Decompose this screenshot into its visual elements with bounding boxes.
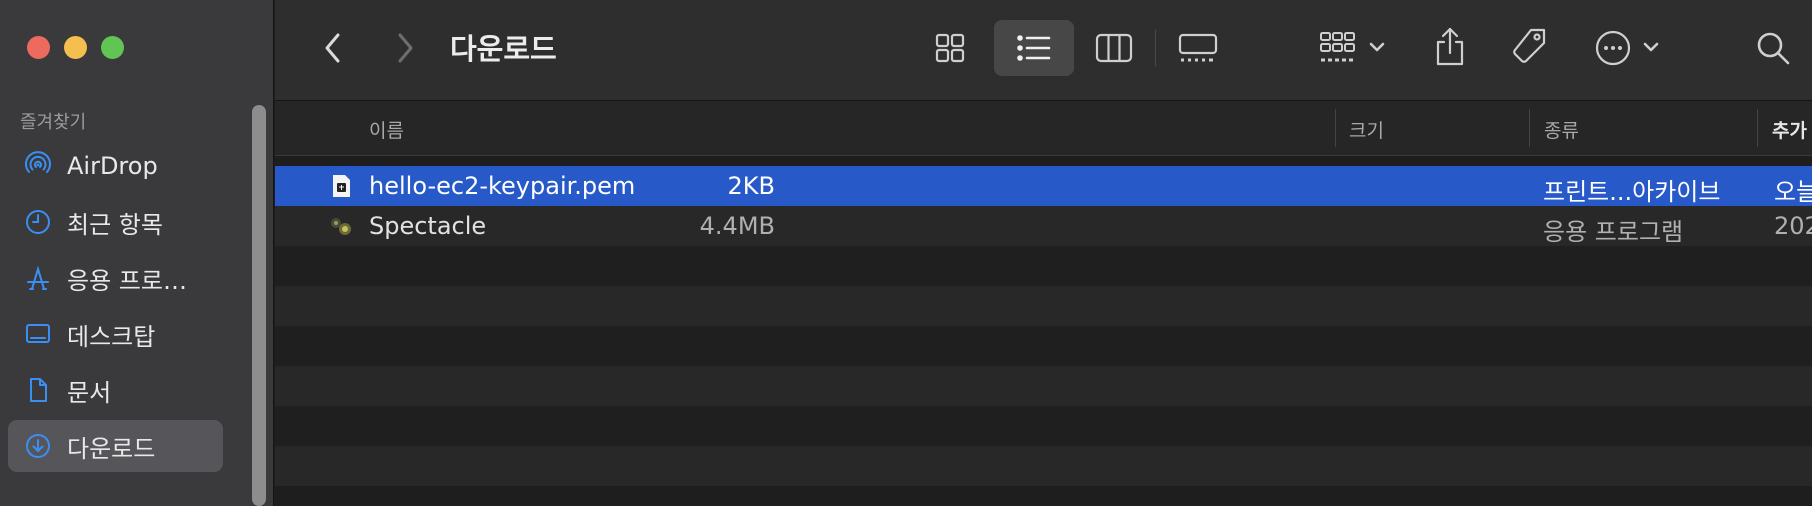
- file-name: Spectacle: [369, 212, 487, 240]
- applications-icon: [23, 263, 53, 293]
- gallery-icon: [1178, 33, 1218, 62]
- ellipsis-circle-icon: [1595, 30, 1659, 66]
- file-row-spectacle[interactable]: Spectacle 4.4MB 응용 프로그램 202: [275, 206, 1812, 246]
- empty-row: [275, 286, 1812, 326]
- column-separator[interactable]: [1335, 109, 1336, 147]
- tags-button[interactable]: [1507, 24, 1551, 70]
- app-icon: [331, 218, 351, 235]
- clock-icon: [23, 207, 53, 237]
- download-icon: [23, 431, 53, 461]
- zoom-window-button[interactable]: [101, 36, 124, 59]
- sidebar-section-favorites: 즐겨찾기: [20, 112, 87, 133]
- back-button[interactable]: [313, 30, 353, 66]
- file-kind: 프린트...아카이브: [1543, 178, 1721, 206]
- file-size: 2KB: [727, 172, 775, 200]
- empty-row: [275, 446, 1812, 486]
- file-kind: 응용 프로그램: [1543, 218, 1684, 246]
- chevron-right-icon: [398, 33, 413, 63]
- sidebar-item-label: 최근 항목: [67, 210, 163, 239]
- sidebar-item-label: 다운로드: [67, 434, 156, 463]
- sidebar-item-label: 데스크탑: [67, 322, 156, 351]
- column-header-name[interactable]: 이름: [369, 116, 404, 143]
- empty-row: [275, 326, 1812, 366]
- file-date-added: 202: [1774, 212, 1812, 240]
- chevron-left-icon: [325, 33, 340, 63]
- sidebar-item-documents[interactable]: 문서: [8, 364, 223, 416]
- close-window-button[interactable]: [27, 36, 50, 59]
- document-icon: [23, 375, 53, 405]
- sidebar: 즐겨찾기 AirDrop 최근 항목 응용 프로… 데스크탑 문서 다운로드: [0, 0, 274, 506]
- sidebar-list: AirDrop 최근 항목 응용 프로… 데스크탑 문서 다운로드: [8, 140, 223, 476]
- icon-view-button[interactable]: [930, 28, 970, 68]
- pem-file-icon: [333, 175, 350, 197]
- search-button[interactable]: [1751, 26, 1795, 70]
- list-view-button[interactable]: [1014, 28, 1054, 68]
- gallery-view-button[interactable]: [1175, 28, 1221, 68]
- group-icon: [1320, 32, 1385, 62]
- sidebar-item-recents[interactable]: 최근 항목: [8, 196, 223, 248]
- sidebar-scrollbar[interactable]: [252, 105, 266, 506]
- share-icon: [1436, 27, 1464, 66]
- file-date-added: 오늘: [1774, 178, 1812, 206]
- column-separator[interactable]: [1757, 109, 1758, 147]
- share-button[interactable]: [1430, 22, 1470, 72]
- columns-icon: [1095, 33, 1133, 63]
- grid-icon: [935, 33, 965, 63]
- minimize-window-button[interactable]: [64, 36, 87, 59]
- sidebar-item-label: AirDrop: [67, 152, 158, 180]
- file-row-pem[interactable]: hello-ec2-keypair.pem 2KB 프린트...아카이브 오늘: [275, 166, 1812, 206]
- sidebar-item-applications[interactable]: 응용 프로…: [8, 252, 223, 304]
- file-name: hello-ec2-keypair.pem: [369, 172, 636, 200]
- list-icon: [1017, 35, 1051, 61]
- column-view-button[interactable]: [1094, 28, 1134, 68]
- sidebar-item-label: 문서: [67, 378, 112, 407]
- toolbar-divider: [1155, 30, 1156, 66]
- sidebar-item-desktop[interactable]: 데스크탑: [8, 308, 223, 360]
- sidebar-item-label: 응용 프로…: [67, 266, 187, 295]
- column-header-date-added[interactable]: 추가: [1772, 116, 1807, 143]
- toolbar: 다운로드: [275, 0, 1812, 101]
- tag-icon: [1513, 28, 1546, 63]
- empty-row: [275, 246, 1812, 286]
- empty-row: [275, 406, 1812, 446]
- desktop-icon: [23, 319, 53, 349]
- window-controls: [27, 36, 124, 59]
- group-by-button[interactable]: [1319, 28, 1389, 68]
- column-separator[interactable]: [1529, 109, 1530, 147]
- file-size: 4.4MB: [699, 212, 775, 240]
- sidebar-item-downloads[interactable]: 다운로드: [8, 420, 223, 472]
- column-header-kind[interactable]: 종류: [1544, 116, 1579, 143]
- column-header-size[interactable]: 크기: [1349, 116, 1384, 143]
- window-title: 다운로드: [450, 32, 557, 66]
- sidebar-item-airdrop[interactable]: AirDrop: [8, 140, 223, 192]
- forward-button[interactable]: [385, 30, 425, 66]
- airdrop-icon: [23, 151, 53, 181]
- column-header-bar: 이름 크기 종류 추가: [275, 101, 1812, 156]
- empty-row: [275, 366, 1812, 406]
- search-icon: [1757, 32, 1790, 65]
- file-list: hello-ec2-keypair.pem 2KB 프린트...아카이브 오늘 …: [275, 166, 1812, 506]
- more-actions-button[interactable]: [1593, 26, 1665, 70]
